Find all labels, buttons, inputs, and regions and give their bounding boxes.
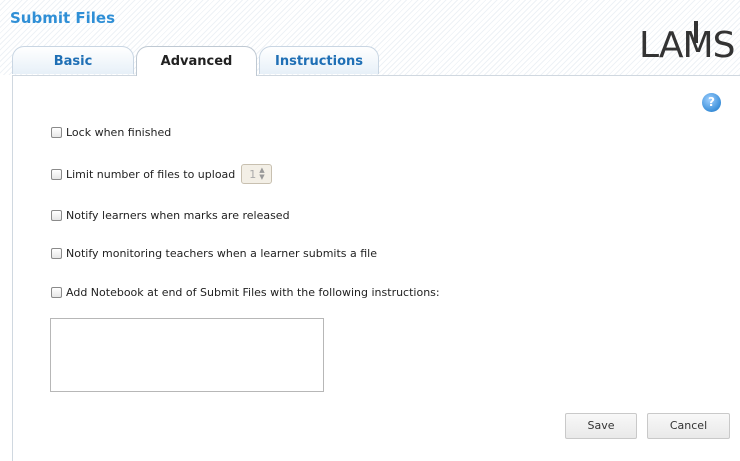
logo-text: LAM S: [639, 21, 735, 66]
header-bar: Submit Files LAM S Basic Advanced Instruc…: [0, 0, 740, 76]
limit-files-checkbox[interactable]: [51, 168, 62, 180]
option-lock-when-finished[interactable]: Lock when finished: [51, 125, 171, 139]
notify-learners-label: Notify learners when marks are released: [66, 208, 290, 222]
page-title: Submit Files: [10, 9, 116, 27]
limit-files-label: Limit number of files to upload: [66, 167, 236, 181]
lock-label: Lock when finished: [66, 125, 172, 139]
lams-logo: LAM S: [639, 21, 735, 66]
notify-learners-checkbox[interactable]: [51, 209, 62, 221]
tab-basic[interactable]: Basic: [12, 46, 134, 74]
add-notebook-checkbox[interactable]: [51, 286, 62, 298]
file-limit-stepper[interactable]: 1 ▲ ▼: [241, 164, 273, 184]
cancel-button[interactable]: Cancel: [647, 413, 730, 439]
help-icon[interactable]: ?: [702, 93, 721, 112]
tab-instructions[interactable]: Instructions: [259, 46, 379, 74]
tab-advanced[interactable]: Advanced: [136, 46, 257, 76]
notify-teachers-label: Notify monitoring teachers when a learne…: [66, 246, 377, 260]
notebook-instructions-textarea[interactable]: [50, 318, 324, 392]
file-limit-value: 1: [249, 167, 257, 181]
notify-teachers-checkbox[interactable]: [51, 247, 62, 259]
stepper-arrows-icon[interactable]: ▲ ▼: [259, 167, 264, 181]
option-notify-teachers[interactable]: Notify monitoring teachers when a learne…: [51, 246, 377, 260]
save-button[interactable]: Save: [565, 413, 637, 439]
option-add-notebook[interactable]: Add Notebook at end of Submit Files with…: [51, 285, 440, 299]
option-limit-files[interactable]: Limit number of files to upload 1 ▲ ▼: [51, 163, 273, 185]
option-notify-learners[interactable]: Notify learners when marks are released: [51, 208, 290, 222]
lock-checkbox[interactable]: [51, 126, 62, 138]
add-notebook-label: Add Notebook at end of Submit Files with…: [66, 285, 440, 299]
